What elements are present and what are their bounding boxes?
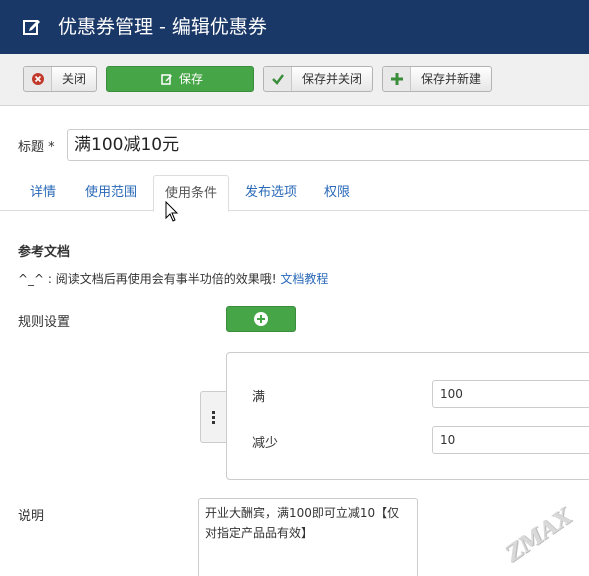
tab-permissions[interactable]: 权限 — [324, 175, 350, 211]
close-button-label: 关闭 — [62, 72, 87, 86]
edit-icon — [161, 74, 172, 85]
rule-full-input[interactable]: 100 — [432, 380, 589, 408]
watermark-logo: ZMAX — [500, 503, 577, 568]
close-icon — [32, 73, 44, 85]
plus-icon-box — [383, 67, 411, 91]
title-input[interactable]: 满100减10元 — [67, 129, 589, 161]
mouse-cursor-icon — [165, 201, 179, 222]
plus-icon — [391, 73, 403, 85]
page-title: 优惠券管理 - 编辑优惠券 — [58, 16, 267, 38]
drag-handle-icon[interactable] — [200, 391, 226, 443]
tab-details[interactable]: 详情 — [30, 175, 56, 211]
save-and-close-button[interactable]: 保存并关闭 — [263, 66, 373, 92]
toolbar: 关闭 保存 保存并关闭 保存并新建 — [0, 54, 589, 106]
rule-item-panel — [226, 352, 589, 480]
description-label: 说明 — [18, 509, 45, 524]
rule-reduce-label: 减少 — [252, 436, 279, 451]
save-and-new-button[interactable]: 保存并新建 — [382, 66, 492, 92]
rule-reduce-input[interactable]: 10 — [432, 426, 589, 454]
title-field-label: 标题 * — [18, 140, 55, 155]
close-icon-box — [24, 67, 52, 91]
reference-text: ^_^ : 阅读文档后再使用会有事半功倍的效果哦! 文档教程 — [18, 270, 328, 287]
save-button-label: 保存 — [179, 72, 204, 86]
save-and-new-label: 保存并新建 — [421, 72, 482, 86]
tab-bar: 详情 使用范围 使用条件 发布选项 权限 — [0, 175, 589, 212]
rule-settings-label: 规则设置 — [18, 315, 71, 330]
check-icon — [272, 74, 284, 85]
plus-circle-icon — [254, 312, 268, 326]
check-icon-box — [264, 67, 292, 91]
add-rule-button[interactable] — [226, 306, 296, 332]
description-textarea[interactable]: 开业大酬宾，满100即可立减10【仅对指定产品品有效】 — [198, 498, 418, 576]
doc-tutorial-link[interactable]: 文档教程 — [280, 272, 328, 286]
tab-usage-scope[interactable]: 使用范围 — [85, 175, 137, 211]
edit-icon — [23, 20, 40, 35]
save-button[interactable]: 保存 — [106, 66, 254, 92]
reference-text-body: ^_^ : 阅读文档后再使用会有事半功倍的效果哦! — [18, 272, 277, 286]
tab-publishing-options[interactable]: 发布选项 — [245, 175, 297, 211]
close-button[interactable]: 关闭 — [23, 66, 97, 92]
rule-full-label: 满 — [252, 390, 266, 405]
title-bar: 优惠券管理 - 编辑优惠券 — [0, 0, 589, 54]
save-and-close-label: 保存并关闭 — [302, 72, 363, 86]
reference-heading: 参考文档 — [18, 245, 71, 260]
